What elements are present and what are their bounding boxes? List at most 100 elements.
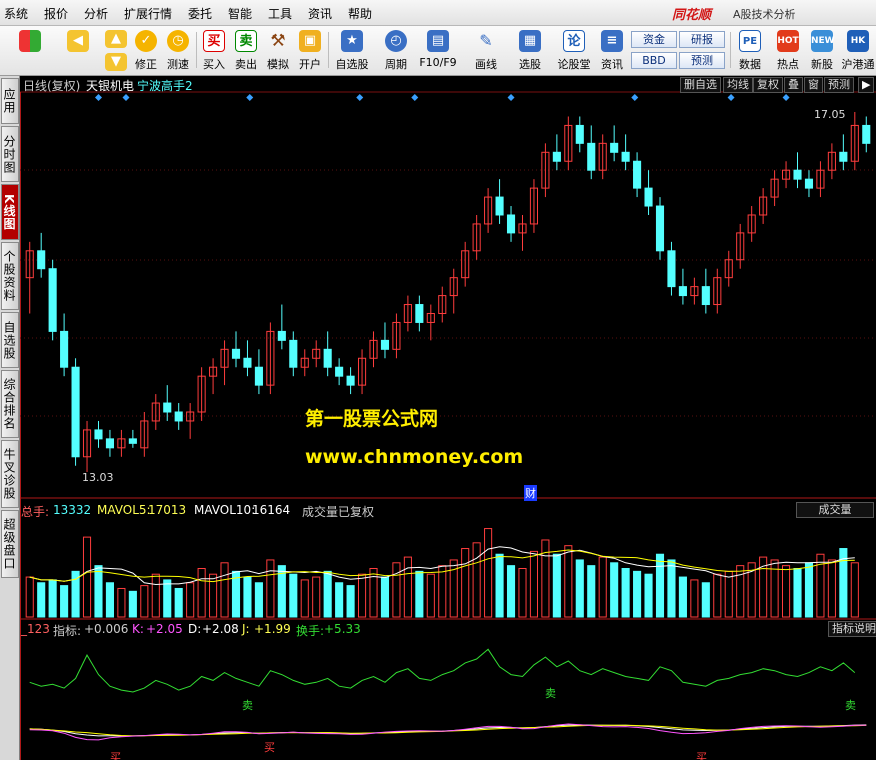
candle: [495, 196, 504, 216]
sell-signal: 卖: [545, 687, 556, 700]
star-icon: ★: [341, 30, 363, 52]
f10-button[interactable]: ▤ F10/F9: [419, 29, 457, 73]
fund-flow-button[interactable]: 资金: [631, 31, 677, 48]
forecast-pane-button[interactable]: 预测: [824, 77, 854, 93]
hk-connect-button[interactable]: HK 沪港通: [842, 29, 875, 73]
candle: [128, 438, 137, 444]
candle: [105, 438, 114, 449]
side-tab-stock-profile[interactable]: 个股资料: [1, 242, 19, 310]
watchlist-button[interactable]: ★ 自选股: [336, 29, 369, 73]
volume-bar: [506, 565, 516, 618]
volume-bar: [804, 562, 814, 618]
candle: [243, 357, 252, 368]
forecast-button[interactable]: 预测: [679, 52, 725, 69]
volume-bar: [610, 562, 619, 618]
indicator-index-value: +0.006: [84, 622, 129, 636]
menu-bar: 系统 报价 分析 扩展行情 委托 智能 工具 资讯 帮助 同花顺 A股技术分析: [0, 0, 876, 26]
side-tab-ranking[interactable]: 综合排名: [1, 370, 19, 438]
period-label[interactable]: 日线(复权): [23, 77, 80, 94]
up-arrow-icon: ▲: [105, 30, 127, 48]
next-arrow-icon[interactable]: ▶: [858, 77, 875, 93]
high-price-label: 17.05: [814, 108, 846, 121]
indicator-help-button[interactable]: 指标说明: [828, 621, 876, 637]
volume-bar: [415, 570, 424, 618]
open-account-button[interactable]: ▣ 开户: [294, 29, 326, 73]
news-button[interactable]: ≡ 资讯: [596, 29, 628, 73]
remove-watchlist-button[interactable]: 删自选: [680, 77, 721, 93]
side-tab-apps[interactable]: 应用: [1, 78, 19, 124]
volume-bar: [541, 539, 550, 618]
menu-help[interactable]: 帮助: [348, 5, 372, 22]
period-button[interactable]: ◴ 周期: [380, 29, 412, 73]
volume-pane-button[interactable]: 成交量: [796, 502, 874, 518]
menu-analysis[interactable]: 分析: [84, 5, 108, 22]
hot-icon: HOT: [777, 30, 799, 52]
stock-picker-button[interactable]: ▦ 选股: [514, 29, 546, 73]
turnover-label: 换手:: [296, 624, 325, 638]
menu-smart[interactable]: 智能: [228, 5, 252, 22]
volume-bar: [827, 559, 836, 618]
side-tab-order-book[interactable]: 超级盘口: [1, 510, 19, 578]
volume-bar: [690, 579, 699, 618]
research-report-button[interactable]: 研报: [679, 31, 725, 48]
app-name: A股技术分析: [733, 8, 796, 21]
volume-bar: [82, 536, 92, 618]
candle: [323, 348, 332, 368]
candle: [231, 348, 241, 359]
buy-signal: 买: [264, 741, 275, 754]
data-button[interactable]: PE 数据: [734, 29, 766, 73]
new-stock-button[interactable]: NEW 新股: [806, 29, 838, 73]
volume-bar: [518, 568, 527, 618]
menu-quote[interactable]: 报价: [44, 5, 68, 22]
adjust-button[interactable]: 复权: [753, 77, 783, 93]
forum-button[interactable]: 论 论股堂: [558, 29, 591, 73]
volume-bar: [37, 582, 46, 618]
side-tab-watchlist[interactable]: 自选股: [1, 312, 19, 368]
kline-chart[interactable]: [20, 76, 876, 760]
mavol10-value: 16164: [252, 503, 291, 517]
candle: [60, 330, 69, 368]
volume-bar: [94, 565, 103, 618]
candle: [667, 250, 676, 288]
volume-bar: [186, 582, 195, 618]
menu-tools[interactable]: 工具: [268, 5, 292, 22]
side-tab-diagnosis[interactable]: 牛叉诊股: [1, 440, 19, 508]
candle: [335, 366, 344, 377]
volume-bar: [655, 553, 665, 618]
ma-button[interactable]: 均线: [723, 77, 753, 93]
back-button[interactable]: ◀: [62, 29, 94, 73]
volume-bar: [644, 573, 653, 618]
volume-bar: [254, 582, 263, 618]
menu-system[interactable]: 系统: [4, 5, 28, 22]
period-label: 周期: [385, 58, 407, 71]
window-button[interactable]: 窗: [804, 77, 823, 93]
volume-bar: [312, 576, 321, 618]
finance-marker[interactable]: 财: [524, 485, 537, 501]
buy-icon: 买: [203, 30, 225, 52]
j-label: J:: [242, 622, 250, 636]
windows-button[interactable]: [14, 29, 46, 73]
side-tab-kline[interactable]: K线图: [1, 184, 19, 240]
volume-bar: [220, 562, 229, 618]
bbd-button[interactable]: BBD: [631, 52, 677, 69]
j-value: +1.99: [254, 622, 291, 636]
speed-test-button[interactable]: ◷ 测速: [162, 29, 194, 73]
brand-logo: 同花顺: [672, 8, 712, 23]
volume-bar: [724, 570, 733, 618]
menu-news[interactable]: 资讯: [308, 5, 332, 22]
menu-trade[interactable]: 委托: [188, 5, 212, 22]
draw-line-button[interactable]: ✎ 画线: [470, 29, 502, 73]
candle: [633, 160, 642, 189]
overlay-button[interactable]: 叠: [784, 77, 803, 93]
signal-diamond: [782, 94, 790, 101]
volume-total-value: 13332: [53, 503, 92, 517]
volume-bar: [346, 585, 355, 618]
volume-bar: [174, 587, 183, 618]
candle: [678, 286, 687, 297]
menu-extended-market[interactable]: 扩展行情: [124, 5, 172, 22]
signal-diamond: [631, 94, 639, 101]
indicator-name[interactable]: _123: [21, 622, 50, 636]
candle: [415, 304, 424, 323]
side-tab-intraday[interactable]: 分时图: [1, 126, 19, 182]
formula-name[interactable]: 宁波高手2: [137, 77, 193, 94]
